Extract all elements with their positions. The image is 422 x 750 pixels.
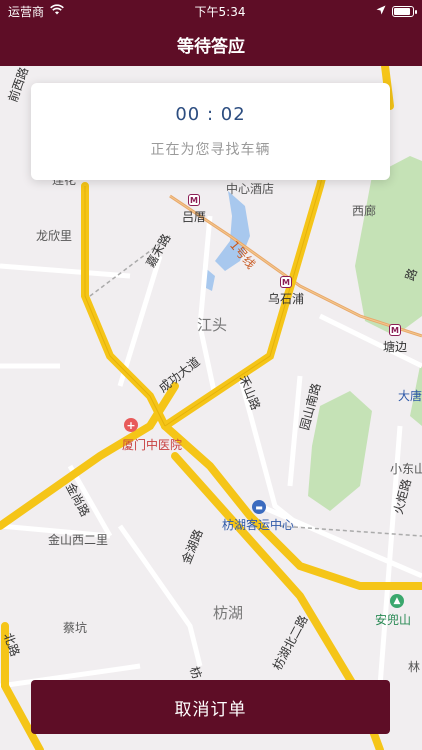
wifi-icon	[50, 4, 64, 18]
map-label-fanghu: 枋湖	[213, 604, 244, 622]
poi-datang-label: 大唐	[398, 389, 422, 403]
poi-label: 乌石浦	[268, 292, 305, 306]
map-label-lin: 林	[408, 660, 421, 674]
map-label-xiaodongshan: 小东山	[390, 462, 422, 476]
poi-hospital-label: 厦门中医院	[122, 438, 183, 452]
cancel-order-button[interactable]: 取消订单	[31, 680, 390, 734]
park-icon: ▲	[390, 594, 404, 608]
page-title: 等待答应	[177, 36, 245, 57]
nav-bar: 等待答应	[0, 22, 422, 66]
map-label-hotel: 中心酒店	[226, 182, 275, 196]
waiting-card: 00 : 02 正在为您寻找车辆	[31, 83, 390, 180]
metro-icon: M	[389, 324, 401, 336]
status-time: 下午5:34	[194, 4, 246, 19]
status-bar: 运营商 下午5:34	[0, 0, 422, 22]
map-label-jinshanxierli: 金山西二里	[48, 533, 109, 547]
map-label-jiangtou: 江头	[197, 316, 228, 334]
carrier-label: 运营商	[8, 4, 45, 19]
poi-label: 吕厝	[182, 210, 207, 224]
map-label-xilang: 西廊	[352, 204, 377, 218]
wait-timer: 00 : 02	[175, 104, 246, 125]
poi-andoushan-label: 安兜山	[375, 613, 412, 627]
map-label-longxinli: 龙欣里	[36, 229, 73, 243]
location-arrow-icon	[376, 4, 386, 18]
poi-andoushan[interactable]: ▲	[390, 594, 404, 608]
metro-icon: M	[280, 276, 292, 288]
poi-tangbian[interactable]: M 塘边	[383, 324, 407, 355]
hospital-icon: +	[124, 418, 138, 432]
poi-label: 塘边	[383, 340, 408, 354]
poi-bus-station[interactable]: ▬	[252, 500, 266, 514]
bus-icon: ▬	[252, 500, 266, 514]
battery-icon	[392, 5, 417, 17]
poi-wushipu[interactable]: M 乌石浦	[268, 276, 304, 307]
poi-bus-station-label: 枋湖客运中心	[222, 518, 295, 532]
map-label-caikeng: 蔡坑	[63, 621, 88, 635]
poi-hospital[interactable]: +	[124, 418, 138, 432]
metro-icon: M	[188, 194, 200, 206]
searching-message: 正在为您寻找车辆	[150, 142, 271, 158]
poi-lvcuo[interactable]: M 吕厝	[182, 194, 206, 225]
